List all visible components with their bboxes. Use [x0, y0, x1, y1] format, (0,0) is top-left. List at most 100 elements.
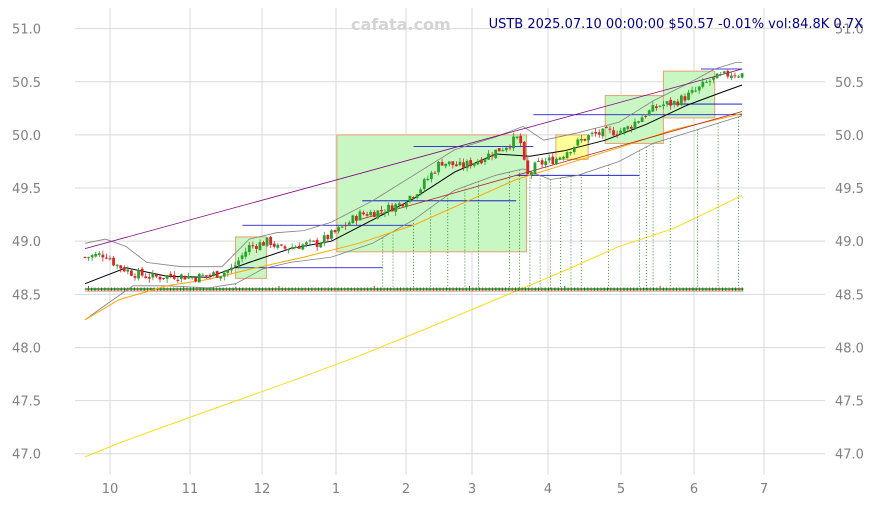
candle-body — [658, 105, 662, 107]
candle-body — [704, 81, 708, 83]
candle-body — [422, 179, 426, 189]
candle-body — [483, 159, 487, 162]
x-tick-label: 4 — [544, 482, 552, 497]
candle-body — [322, 235, 326, 244]
candle-body — [262, 242, 265, 246]
candle-body — [669, 99, 673, 106]
candle-body — [462, 162, 465, 168]
candle-body — [140, 268, 144, 276]
candle-body — [733, 75, 737, 77]
candle-body — [112, 257, 115, 266]
candle-body — [290, 247, 294, 250]
candle-body — [244, 251, 248, 257]
candle-body — [415, 194, 419, 198]
candle-body — [305, 242, 308, 245]
candle-body — [501, 150, 505, 152]
x-tick-label: 12 — [254, 482, 271, 497]
candle-body — [729, 75, 733, 78]
candle-body — [722, 71, 726, 74]
candle-body — [608, 128, 612, 130]
candle-body — [408, 195, 412, 202]
candle-body — [458, 161, 462, 166]
candle-body — [237, 260, 240, 265]
y-tick-label-left: 48.0 — [12, 341, 41, 356]
candle-body — [740, 73, 744, 78]
y-tick-label-right: 50.5 — [835, 76, 864, 91]
candle-body — [176, 279, 180, 281]
y-tick-label-left: 51.0 — [12, 23, 41, 38]
candle-body — [494, 149, 498, 159]
candle-body — [247, 245, 251, 253]
candle-body — [137, 269, 140, 279]
candle-body — [162, 277, 165, 279]
candle-body — [405, 203, 408, 208]
candle-body — [504, 147, 508, 151]
candle-body — [687, 92, 690, 100]
candle-body — [665, 101, 669, 104]
candle-body — [601, 128, 605, 137]
candle-body — [383, 212, 387, 214]
x-tick-label: 3 — [468, 482, 476, 497]
candle-body — [715, 73, 719, 79]
candle-body — [497, 148, 501, 152]
x-tick-label: 5 — [617, 482, 625, 497]
candle-body — [255, 245, 258, 249]
candle-body — [612, 130, 615, 136]
candle-body — [351, 215, 355, 223]
y-tick-label-left: 47.0 — [12, 448, 41, 463]
candle-body — [637, 121, 640, 123]
candle-body — [97, 253, 101, 256]
candle-body — [372, 211, 376, 217]
candle-body — [287, 249, 290, 251]
candle-body — [615, 134, 619, 136]
candle-body — [115, 264, 119, 266]
candle-body — [451, 161, 455, 166]
candle-body — [194, 277, 198, 282]
candle-body — [394, 204, 398, 212]
y-tick-label-left: 49.0 — [12, 235, 41, 250]
x-axis: 10 11 12 1 2 3 4 5 6 7 — [102, 482, 768, 497]
candle-body — [447, 161, 451, 165]
candle-body — [201, 274, 205, 276]
consolidation-boxes — [235, 70, 716, 279]
y-tick-label-right: 49.5 — [835, 182, 864, 197]
candle-body — [476, 161, 480, 165]
candle-body — [226, 270, 230, 273]
candle-body — [280, 244, 283, 246]
y-axis-left: 47.0 47.5 48.0 48.5 49.0 49.5 50.0 50.5 51.0 — [12, 23, 41, 463]
candle-body — [679, 95, 683, 106]
candle-body — [380, 209, 383, 212]
candle-body — [294, 246, 298, 248]
candle-body — [726, 70, 730, 77]
candle-body — [233, 265, 237, 267]
candle-body — [640, 117, 644, 122]
candle-body — [387, 204, 390, 212]
candle-body — [433, 172, 437, 174]
candle-body — [519, 135, 523, 144]
candle-body — [479, 159, 483, 164]
candle-body — [619, 130, 623, 135]
candle-body — [158, 276, 162, 280]
chart-area: 47.0 47.5 48.0 48.5 49.0 49.5 50.0 50.5 51.0 47.… — [0, 0, 875, 505]
candle-body — [83, 256, 87, 258]
candle-body — [533, 162, 537, 174]
candle-body — [437, 161, 440, 173]
candle-body — [547, 157, 551, 161]
candle-body — [147, 277, 151, 279]
candle-body — [647, 110, 651, 116]
candle-body — [319, 243, 323, 248]
candle-body — [419, 189, 423, 194]
candle-body — [569, 151, 573, 154]
candle-body — [101, 254, 105, 258]
candle-body — [265, 237, 269, 246]
y-axis-right: 47.047.548.048.549.049.550.050.551.0 — [835, 23, 864, 463]
candle-body — [208, 274, 212, 276]
candle-body — [526, 160, 530, 175]
candle-body — [469, 159, 473, 167]
candle-body — [344, 225, 348, 227]
candle-body — [508, 147, 512, 149]
candle-body — [579, 138, 583, 141]
candle-body — [562, 156, 565, 159]
candle-body — [583, 138, 587, 141]
candle-body — [472, 162, 476, 166]
